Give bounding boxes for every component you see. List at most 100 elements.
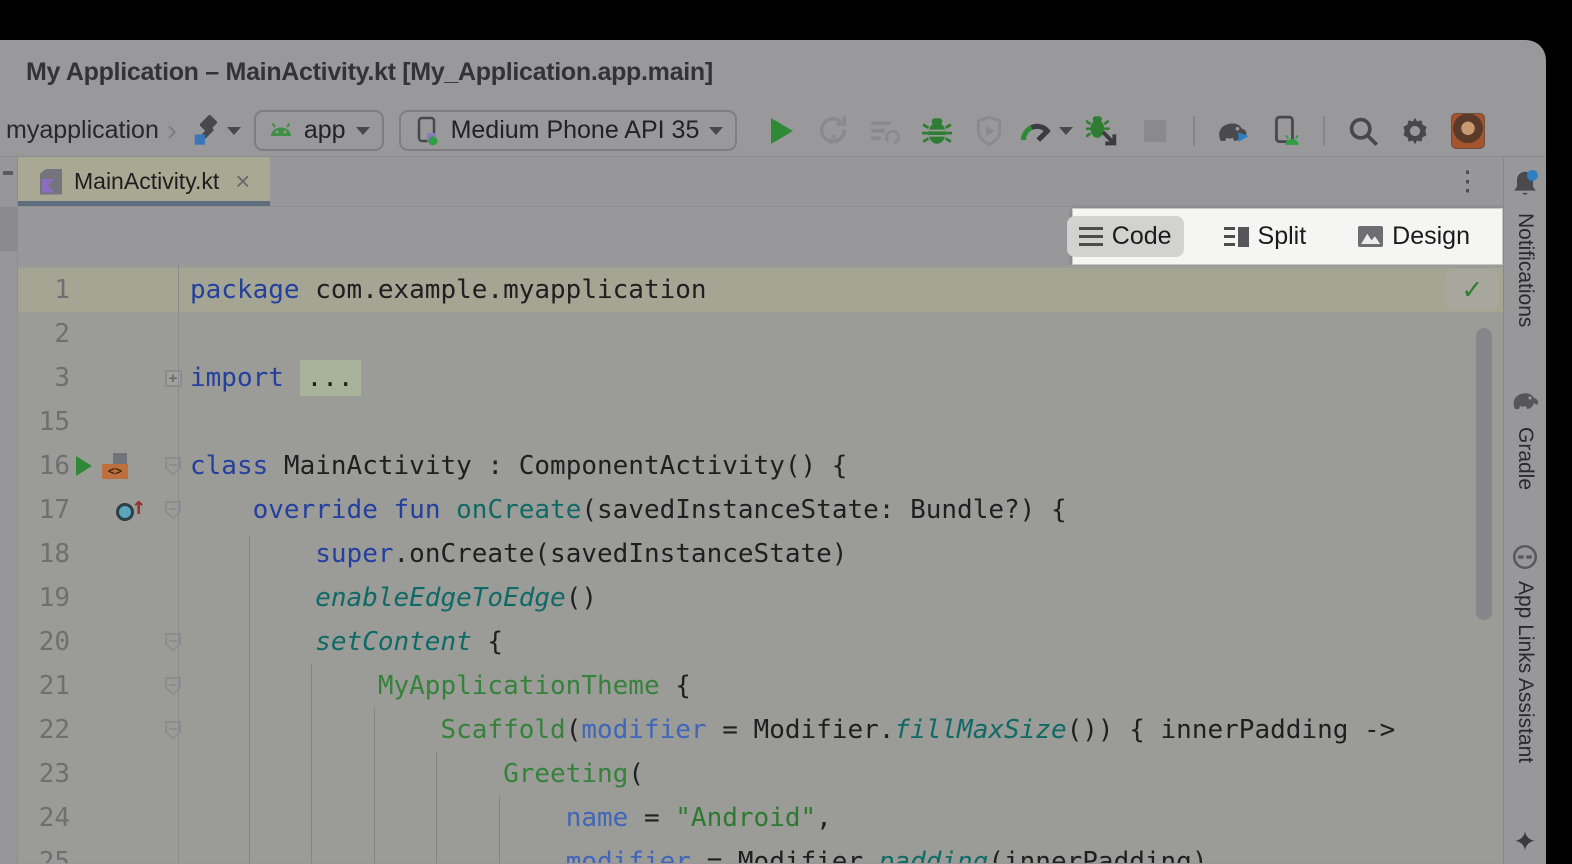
line-number: 18: [18, 539, 70, 569]
code-text: modifier = Modifier.padding(innerPadding…: [184, 847, 1208, 863]
android-studio-window: My Application – MainActivity.kt [My_App…: [0, 40, 1546, 864]
code-line[interactable]: 22 Scaffold(modifier = Modifier.fillMaxS…: [18, 708, 1503, 752]
line-number: 16: [18, 451, 70, 481]
build-hammer-button[interactable]: [185, 111, 245, 151]
android-icon: [268, 119, 294, 143]
main-area: MainActivity.kt × ⋮ Code Split: [0, 157, 1546, 864]
line-number: 20: [18, 627, 70, 657]
screen: My Application – MainActivity.kt [My_App…: [0, 0, 1572, 864]
code-text: setContent {: [184, 627, 503, 657]
search-button[interactable]: [1344, 112, 1382, 150]
line-number: 19: [18, 583, 70, 613]
code-line[interactable]: 21 MyApplicationTheme {: [18, 664, 1503, 708]
module-selector[interactable]: app: [254, 110, 384, 151]
attach-debugger-button[interactable]: [1084, 112, 1122, 150]
gradle-elephant-icon[interactable]: [1509, 386, 1541, 414]
fold-slot: [162, 633, 184, 652]
app-links-icon[interactable]: [1511, 543, 1539, 571]
mode-code-button[interactable]: Code: [1067, 216, 1184, 257]
tab-label: MainActivity.kt: [74, 168, 219, 195]
toolbar-divider: [1193, 116, 1195, 146]
device-phone-icon: [413, 116, 441, 146]
code-lines: 1 package com.example.myapplication 2 3+imp…: [18, 265, 1503, 863]
fold-slot: [162, 457, 184, 476]
mode-split-button[interactable]: Split: [1212, 216, 1319, 257]
code-line[interactable]: 15: [18, 400, 1503, 444]
apply-changes-button[interactable]: A: [814, 112, 852, 150]
code-editor[interactable]: 1 package com.example.myapplication 2 3+imp…: [18, 265, 1503, 863]
run-icon[interactable]: [76, 456, 92, 476]
tab-options-icon[interactable]: ⋮: [1454, 157, 1481, 206]
code-text: Scaffold(modifier = Modifier.fillMaxSize…: [184, 715, 1395, 745]
mode-split-label: Split: [1258, 222, 1307, 251]
gutter-icons: [70, 497, 162, 523]
sidebar-item-notifications[interactable]: Notifications: [1513, 213, 1537, 327]
line-number: 1: [18, 275, 70, 305]
code-text: MyApplicationTheme {: [184, 671, 691, 701]
code-line[interactable]: 23 Greeting(: [18, 752, 1503, 796]
code-line[interactable]: 20 setContent {: [18, 620, 1503, 664]
tab-mainactivity[interactable]: MainActivity.kt ×: [18, 157, 270, 206]
code-text: class MainActivity : ComponentActivity()…: [184, 451, 847, 481]
code-line[interactable]: 18 super.onCreate(savedInstanceState): [18, 532, 1503, 576]
code-line[interactable]: 25 modifier = Modifier.padding(innerPadd…: [18, 840, 1503, 863]
titlebar: My Application – MainActivity.kt [My_App…: [0, 40, 1546, 105]
stop-button[interactable]: [1136, 112, 1174, 150]
settings-button[interactable]: [1396, 112, 1434, 150]
device-selector-label: Medium Phone API 35: [451, 116, 700, 145]
run-button[interactable]: [762, 112, 800, 150]
code-line[interactable]: 1 package com.example.myapplication: [18, 268, 1503, 312]
code-line[interactable]: 24 name = "Android",: [18, 796, 1503, 840]
gradle-sync-button[interactable]: [1214, 112, 1252, 150]
left-tool-window-stripe[interactable]: [0, 157, 18, 864]
chevron-down-icon: [356, 127, 370, 135]
profile-button[interactable]: [970, 112, 1008, 150]
line-number: 24: [18, 803, 70, 833]
module-selector-label: app: [304, 116, 346, 145]
editor-tabbar: MainActivity.kt × ⋮: [18, 157, 1503, 207]
line-number: 2: [18, 319, 70, 349]
editor-scrollbar[interactable]: [1476, 328, 1492, 620]
line-number: 15: [18, 407, 70, 437]
fold-slot: [162, 721, 184, 740]
chevron-down-icon: [227, 127, 241, 135]
apply-code-changes-button[interactable]: [866, 112, 904, 150]
line-number: 25: [18, 847, 70, 863]
right-tool-window-stripe: Notifications Gradle App Links Assist: [1503, 157, 1546, 864]
no-problems-check-icon: ✓: [1463, 272, 1481, 307]
breadcrumb[interactable]: myapplication: [6, 116, 159, 145]
code-line[interactable]: 16 class MainActivity : ComponentActivity…: [18, 444, 1503, 488]
sidebar-item-app-links-assistant[interactable]: App Links Assistant: [1513, 581, 1537, 763]
gemini-sparkle-icon[interactable]: ✦: [1513, 825, 1536, 858]
notifications-bell-icon[interactable]: [1509, 167, 1541, 201]
profiler-button[interactable]: [1015, 111, 1077, 151]
code-text: import ...: [184, 363, 361, 393]
debug-button[interactable]: [918, 112, 956, 150]
code-text: Greeting(: [184, 759, 644, 789]
sidebar-item-gradle[interactable]: Gradle: [1513, 427, 1537, 490]
stripe-block[interactable]: [0, 207, 17, 251]
user-avatar[interactable]: [1451, 113, 1485, 149]
code-text: name = "Android",: [184, 803, 832, 833]
code-text: override fun onCreate(savedInstanceState…: [184, 495, 1067, 525]
design-view-icon: [1358, 226, 1383, 247]
inspection-widget[interactable]: ✓: [1445, 269, 1499, 310]
mode-design-button[interactable]: Design: [1346, 216, 1482, 257]
indent-guide: [249, 535, 250, 863]
code-line[interactable]: 19 enableEdgeToEdge(): [18, 576, 1503, 620]
code-text: super.onCreate(savedInstanceState): [184, 539, 847, 569]
compose-icon[interactable]: [102, 453, 128, 479]
code-line[interactable]: 2: [18, 312, 1503, 356]
code-line[interactable]: 17 override fun onCreate(savedInstanceSt…: [18, 488, 1503, 532]
device-selector[interactable]: Medium Phone API 35: [399, 110, 738, 151]
svg-text:A: A: [829, 132, 839, 147]
override-icon[interactable]: [116, 497, 146, 523]
close-tab-icon[interactable]: ×: [235, 166, 250, 197]
chevron-down-icon: [1059, 127, 1073, 135]
code-line[interactable]: 3+import ...: [18, 356, 1503, 400]
device-manager-button[interactable]: [1266, 112, 1304, 150]
code-text: package com.example.myapplication: [184, 275, 707, 305]
line-number: 22: [18, 715, 70, 745]
window-title: My Application – MainActivity.kt [My_App…: [26, 58, 713, 87]
fold-slot: +: [162, 370, 184, 387]
